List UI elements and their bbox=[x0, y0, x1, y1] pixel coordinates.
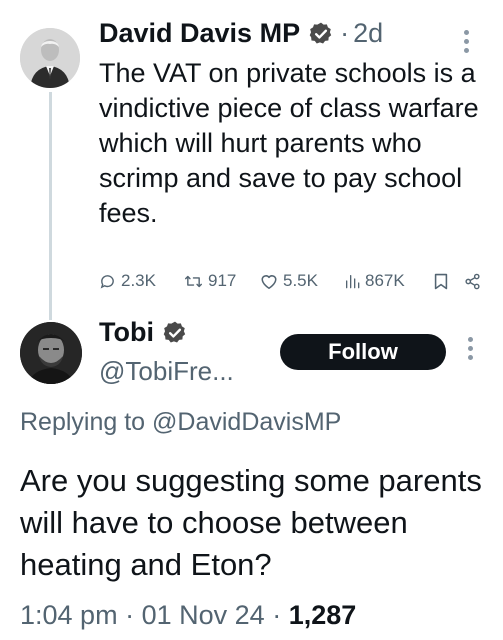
separator: · bbox=[340, 18, 350, 48]
tweet-text: The VAT on private schools is a vindicti… bbox=[99, 58, 479, 228]
verified-badge-icon bbox=[162, 320, 188, 346]
bookmark-icon bbox=[434, 273, 448, 289]
verified-badge-icon bbox=[308, 21, 334, 47]
author-handle[interactable]: @TobiFre... bbox=[99, 356, 234, 387]
more-icon[interactable] bbox=[464, 30, 470, 57]
author-name[interactable]: Tobi bbox=[99, 317, 154, 348]
views-count: 1,287 bbox=[288, 600, 357, 630]
like-button[interactable]: 5.5K bbox=[260, 271, 344, 291]
retweet-icon bbox=[184, 275, 202, 287]
retweet-count: 917 bbox=[208, 271, 237, 290]
avatar[interactable] bbox=[20, 322, 82, 384]
follow-button[interactable]: Follow bbox=[280, 334, 446, 370]
tweet-time[interactable]: 1:04 pm bbox=[20, 600, 118, 630]
share-icon bbox=[465, 273, 480, 289]
tweet-header: David Davis MP · 2d bbox=[99, 18, 383, 49]
views-count: 867K bbox=[365, 271, 405, 290]
views-button[interactable]: 867K bbox=[344, 271, 434, 291]
tweet-header: Tobi bbox=[99, 317, 188, 348]
views-icon bbox=[346, 275, 360, 289]
like-count: 5.5K bbox=[283, 271, 318, 290]
share-button[interactable] bbox=[464, 273, 486, 290]
bookmark-button[interactable] bbox=[434, 273, 464, 290]
retweet-button[interactable]: 917 bbox=[184, 271, 260, 291]
tweet-date[interactable]: 01 Nov 24 bbox=[142, 600, 265, 630]
tweet-text: Are you suggesting some parents will hav… bbox=[20, 463, 482, 582]
timestamp[interactable]: 2d bbox=[353, 18, 383, 49]
tweet-meta: 1:04 pm · 01 Nov 24 · 1,287 bbox=[20, 600, 356, 631]
separator: · bbox=[125, 600, 135, 630]
separator: · bbox=[272, 600, 282, 630]
reply-count: 2.3K bbox=[121, 271, 156, 290]
avatar[interactable] bbox=[20, 28, 80, 88]
author-name[interactable]: David Davis MP bbox=[99, 18, 300, 49]
tweet-actions: 2.3K 917 5.5K 867K bbox=[99, 271, 491, 291]
more-icon[interactable] bbox=[468, 337, 474, 364]
replying-to[interactable]: Replying to @DavidDavisMP bbox=[20, 408, 341, 437]
reply-icon bbox=[100, 274, 114, 289]
like-icon bbox=[261, 274, 277, 289]
reply-button[interactable]: 2.3K bbox=[99, 271, 184, 291]
thread-line bbox=[49, 92, 52, 320]
